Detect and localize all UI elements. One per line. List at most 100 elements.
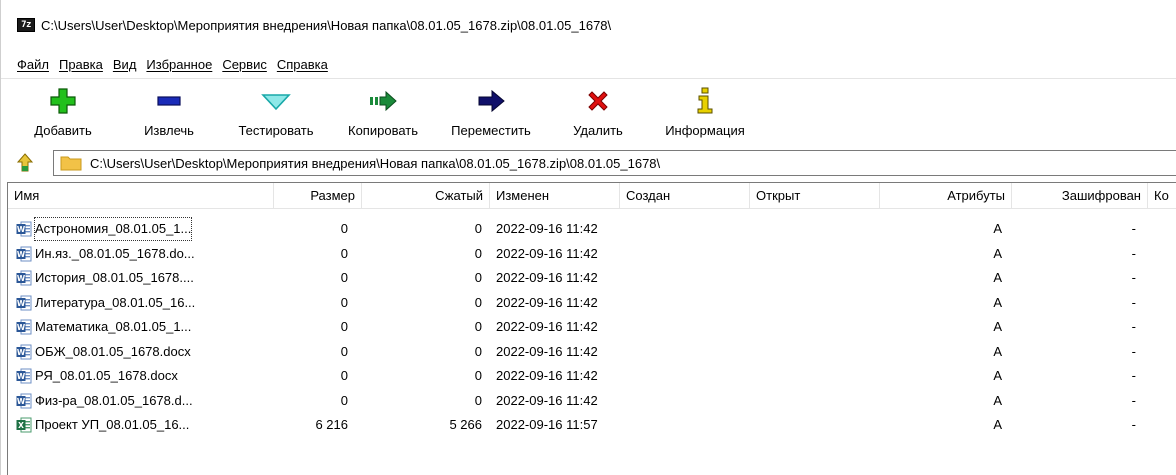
- column-header-attributes[interactable]: Атрибуты: [880, 183, 1012, 209]
- file-created: [620, 291, 750, 315]
- svg-text:X: X: [18, 421, 24, 430]
- file-row[interactable]: W История_08.01.05_1678.... 0 0 2022-09-16 1…: [8, 266, 1176, 291]
- column-header-name[interactable]: Имя: [8, 183, 274, 209]
- file-size: 0: [340, 368, 348, 383]
- menu-edit[interactable]: Правка: [59, 57, 103, 72]
- file-accessed: [750, 340, 880, 364]
- file-modified: 2022-09-16 11:42: [496, 245, 598, 261]
- file-name-cell: W Физ-ра_08.01.05_1678.d...: [12, 389, 274, 413]
- word-file-icon: W: [16, 344, 32, 360]
- file-size: 0: [340, 319, 348, 334]
- menu-help[interactable]: Справка: [277, 57, 328, 72]
- file-name-cell: W РЯ_08.01.05_1678.docx: [12, 364, 274, 388]
- column-header-size[interactable]: Размер: [274, 183, 362, 209]
- file-created: [620, 242, 750, 266]
- svg-text:W: W: [17, 372, 26, 381]
- up-folder-button[interactable]: [9, 148, 41, 178]
- word-file-icon: W: [16, 319, 32, 335]
- add-button[interactable]: Добавить: [25, 79, 101, 145]
- file-row[interactable]: W Физ-ра_08.01.05_1678.d... 0 0 2022-09-16 1…: [8, 389, 1176, 414]
- file-name: ОБЖ_08.01.05_1678.docx: [35, 343, 191, 359]
- column-header-packed[interactable]: Сжатый: [362, 183, 490, 209]
- column-header-modified[interactable]: Изменен: [490, 183, 620, 209]
- file-row[interactable]: X Проект УП_08.01.05_16... 6 216 5 266 2022-…: [8, 413, 1176, 438]
- delete-x-icon: [582, 85, 614, 117]
- file-accessed: [750, 242, 880, 266]
- file-encrypted: -: [1131, 319, 1136, 334]
- file-packed-size: 0: [474, 270, 482, 285]
- move-arrow-icon: [475, 85, 507, 117]
- file-modified: 2022-09-16 11:42: [496, 368, 598, 383]
- file-row[interactable]: W РЯ_08.01.05_1678.docx 0 0 2022-09-16 11:42…: [8, 364, 1176, 389]
- menu-view[interactable]: Вид: [113, 57, 137, 72]
- copy-arrow-icon: [367, 85, 399, 117]
- file-size: 0: [340, 270, 348, 285]
- file-row[interactable]: W Астрономия_08.01.05_1... 0 0 2022-09-16 11…: [8, 217, 1176, 242]
- file-row[interactable]: W Математика_08.01.05_1... 0 0 2022-09-16 11…: [8, 315, 1176, 340]
- delete-label: Удалить: [573, 123, 623, 138]
- word-file-icon: W: [16, 368, 32, 384]
- word-file-icon: W: [16, 270, 32, 286]
- file-name: Литература_08.01.05_16...: [35, 294, 196, 310]
- check-icon: [260, 85, 292, 117]
- address-bar: C:\Users\User\Desktop\Мероприятия внедре…: [1, 148, 1176, 178]
- 7zip-app-icon: 7z: [17, 18, 35, 32]
- column-header-comment[interactable]: Ко: [1148, 183, 1176, 209]
- file-size: 0: [340, 221, 348, 236]
- file-modified: 2022-09-16 11:42: [496, 270, 598, 285]
- file-modified: 2022-09-16 11:42: [496, 343, 598, 359]
- file-packed-size: 0: [474, 221, 482, 236]
- copy-button[interactable]: Копировать: [335, 79, 431, 145]
- info-button[interactable]: Информация: [653, 79, 757, 145]
- path-field[interactable]: C:\Users\User\Desktop\Мероприятия внедре…: [53, 150, 1176, 176]
- svg-text:W: W: [17, 250, 26, 259]
- file-name-cell: W ОБЖ_08.01.05_1678.docx: [12, 340, 274, 364]
- file-size: 0: [340, 245, 348, 261]
- file-name-cell: W Астрономия_08.01.05_1...: [12, 217, 274, 241]
- file-name: РЯ_08.01.05_1678.docx: [35, 368, 178, 383]
- delete-button[interactable]: Удалить: [561, 79, 635, 145]
- excel-file-icon: X: [16, 417, 32, 433]
- file-accessed: [750, 364, 880, 388]
- file-encrypted: -: [1131, 221, 1136, 236]
- column-header-encrypted[interactable]: Зашифрован: [1012, 183, 1148, 209]
- column-header-created[interactable]: Создан: [620, 183, 750, 209]
- file-attributes: A: [993, 319, 1002, 334]
- file-name-cell: W Литература_08.01.05_16...: [12, 291, 274, 315]
- column-header-accessed[interactable]: Открыт: [750, 183, 880, 209]
- file-created: [620, 340, 750, 364]
- extract-button[interactable]: Извлечь: [131, 79, 207, 145]
- word-file-icon: W: [16, 221, 32, 237]
- file-name: Астрономия_08.01.05_1...: [34, 217, 193, 241]
- file-encrypted: -: [1131, 270, 1136, 285]
- file-modified: 2022-09-16 11:57: [496, 417, 598, 432]
- file-attributes: A: [993, 294, 1002, 310]
- file-accessed: [750, 291, 880, 315]
- file-modified: 2022-09-16 11:42: [496, 319, 598, 334]
- file-attributes: A: [993, 270, 1002, 285]
- file-created: [620, 266, 750, 290]
- menu-tools[interactable]: Сервис: [222, 57, 267, 72]
- file-packed-size: 0: [474, 368, 482, 383]
- file-name-cell: W История_08.01.05_1678....: [12, 266, 274, 290]
- file-attributes: A: [993, 343, 1002, 359]
- file-row[interactable]: W Литература_08.01.05_16... 0 0 2022-09-16 1…: [8, 291, 1176, 316]
- file-created: [620, 364, 750, 388]
- file-row[interactable]: W ОБЖ_08.01.05_1678.docx 0 0 2022-09-16 11:4…: [8, 340, 1176, 365]
- test-label: Тестировать: [238, 123, 314, 138]
- menu-favorites[interactable]: Избранное: [146, 57, 212, 72]
- file-created: [620, 413, 750, 437]
- file-accessed: [750, 389, 880, 413]
- file-list[interactable]: Имя Размер Сжатый Изменен Создан Открыт …: [7, 182, 1176, 475]
- svg-text:W: W: [17, 348, 26, 357]
- file-row[interactable]: W Ин.яз._08.01.05_1678.do... 0 0 2022-09-16 …: [8, 242, 1176, 267]
- test-button[interactable]: Тестировать: [229, 79, 323, 145]
- file-accessed: [750, 315, 880, 339]
- word-file-icon: W: [16, 295, 32, 311]
- menu-file[interactable]: Файл: [17, 57, 49, 72]
- file-rows: W Астрономия_08.01.05_1... 0 0 2022-09-16 11…: [8, 217, 1176, 438]
- file-encrypted: -: [1131, 392, 1136, 408]
- add-label: Добавить: [34, 123, 92, 138]
- file-accessed: [750, 266, 880, 290]
- move-button[interactable]: Переместить: [441, 79, 541, 145]
